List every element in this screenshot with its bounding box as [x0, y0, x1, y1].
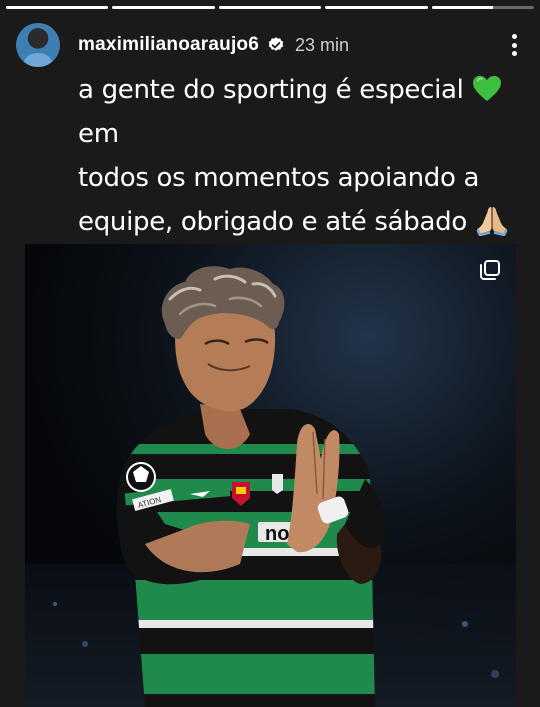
caption-line-1: a gente do sporting é especial em [78, 68, 518, 156]
player-photo: ATION no [25, 244, 516, 707]
avatar[interactable] [16, 23, 60, 67]
caption-line-3: equipe, obrigado e até sábado [78, 200, 518, 244]
progress-segment [218, 6, 322, 9]
story-photo[interactable]: ATION no [25, 244, 516, 707]
username[interactable]: maximilianoaraujo6 [78, 34, 259, 56]
folded-hands-emoji [476, 207, 508, 236]
green-heart-emoji [472, 75, 501, 102]
progress-segment [325, 6, 428, 9]
progress-segment [112, 6, 215, 9]
multiple-photos-icon[interactable] [478, 258, 502, 282]
story-progress-bar [6, 6, 535, 9]
progress-segment-current [431, 6, 535, 9]
story-header: maximilianoaraujo6 23 min [16, 22, 524, 68]
timestamp: 23 min [295, 34, 350, 55]
jersey-sponsor: no [265, 523, 289, 545]
caption-line-2: todos os momentos apoiando a [78, 163, 480, 193]
progress-segment [6, 6, 109, 9]
verified-badge-icon [268, 37, 284, 51]
story-caption: a gente do sporting é especial em todos … [78, 68, 518, 244]
more-options-icon[interactable] [504, 32, 524, 58]
